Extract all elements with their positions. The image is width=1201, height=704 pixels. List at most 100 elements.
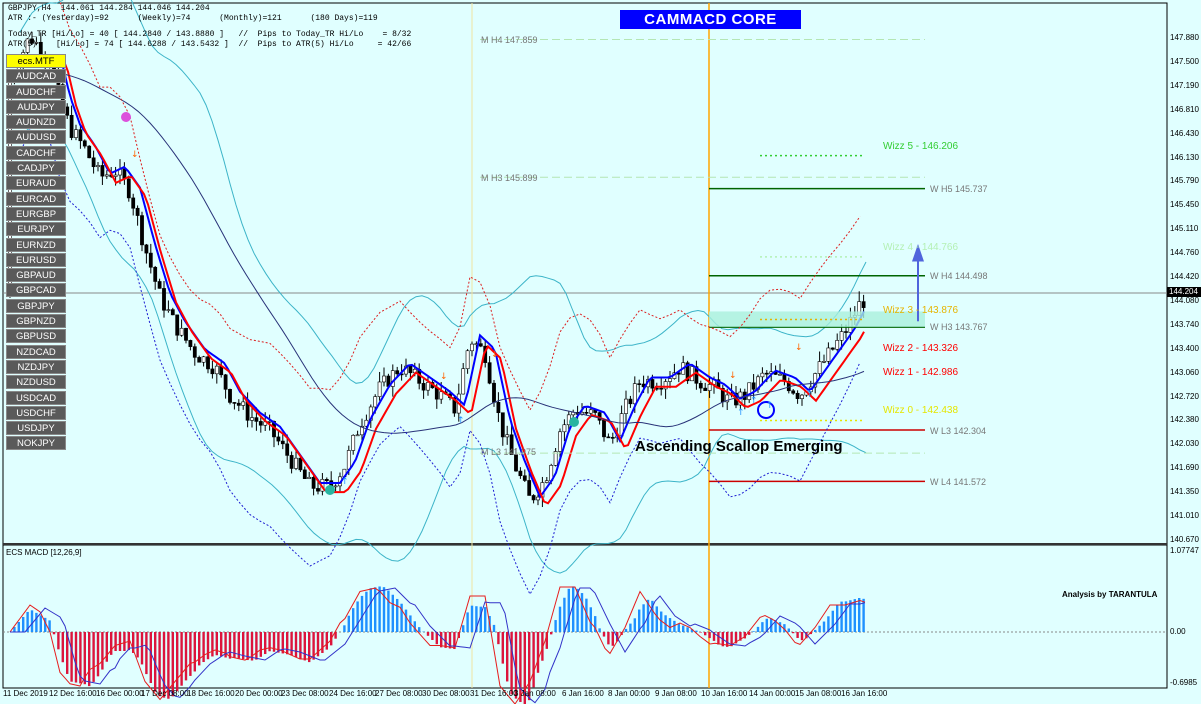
- macd-bar: [356, 601, 359, 632]
- time-tick: 30 Dec 08:00: [422, 689, 470, 698]
- symbol-button-euraud[interactable]: EURAUD: [6, 176, 66, 191]
- candle-body: [157, 281, 162, 289]
- candle-body: [426, 382, 430, 391]
- symbol-button-eurusd[interactable]: EURUSD: [6, 252, 66, 267]
- symbol-button-eurcad[interactable]: EURCAD: [6, 191, 66, 206]
- macd-bar: [572, 586, 575, 632]
- candle-body: [175, 314, 180, 336]
- symbol-button-audjpy[interactable]: AUDJPY: [6, 99, 66, 114]
- time-tick: 27 Dec 08:00: [375, 689, 423, 698]
- macd-bar: [444, 632, 447, 648]
- candle-body: [632, 383, 637, 405]
- macd-bar: [668, 618, 672, 632]
- macd-bar: [844, 601, 848, 632]
- candle-body: [144, 244, 149, 254]
- candle-body: [602, 419, 606, 438]
- price-tick: 143.740: [1170, 319, 1199, 329]
- price-tick: 141.690: [1170, 463, 1199, 473]
- price-tick: 142.720: [1170, 391, 1199, 401]
- candle-body: [659, 387, 664, 390]
- candle-body: [421, 383, 426, 391]
- candle-body: [311, 476, 316, 489]
- symbol-button-eurnzd[interactable]: EURNZD: [6, 237, 66, 252]
- candlesticks: [8, 31, 866, 508]
- macd-bar: [532, 632, 535, 688]
- candle-body: [606, 436, 611, 439]
- macd-bar: [497, 632, 500, 645]
- wizz-4-label: Wizz 4 - 144.766: [883, 242, 959, 253]
- macd-bar: [352, 608, 355, 632]
- symbol-button-eurjpy[interactable]: EURJPY: [6, 222, 66, 237]
- candle-body: [285, 443, 290, 456]
- level-label-m-h3: M H3 145.899: [481, 173, 538, 183]
- macd-bar: [162, 632, 166, 698]
- macd-bar: [136, 632, 139, 658]
- candle-body: [505, 434, 510, 438]
- macd-bar: [431, 632, 434, 640]
- symbol-button-gbpcad[interactable]: GBPCAD: [6, 283, 66, 298]
- macd-bar: [462, 625, 465, 632]
- symbol-button-usdchf[interactable]: USDCHF: [6, 405, 66, 420]
- symbol-button-nzdcad[interactable]: NZDCAD: [6, 344, 66, 359]
- wizz-5-label: Wizz 5 - 146.206: [883, 141, 959, 152]
- symbol-button-audchf[interactable]: AUDCHF: [6, 84, 66, 99]
- macd-bar: [180, 632, 183, 686]
- symbol-button-ecs-mtf[interactable]: ecs.MTF: [6, 54, 66, 68]
- candle-body: [791, 390, 796, 394]
- macd-bar: [598, 628, 601, 632]
- analysis-credit: Analysis by TARANTULA: [1062, 590, 1158, 599]
- symbol-button-nzdjpy[interactable]: NZDJPY: [6, 359, 66, 374]
- price-tick: 146.810: [1170, 104, 1199, 114]
- macd-bar: [708, 632, 711, 639]
- candle-body: [707, 384, 712, 391]
- candle-body: [817, 361, 822, 374]
- symbol-button-audnzd[interactable]: AUDNZD: [6, 115, 66, 130]
- candle-body: [668, 378, 672, 382]
- macd-bar: [655, 606, 658, 632]
- symbol-button-cadchf[interactable]: CADCHF: [6, 145, 66, 160]
- main-pane-border: [2, 2, 1168, 545]
- symbol-button-usdcad[interactable]: USDCAD: [6, 390, 66, 405]
- candle-body: [637, 383, 642, 385]
- candle-body: [844, 331, 848, 333]
- macd-bar: [752, 631, 755, 632]
- price-tick: 144.080: [1170, 295, 1199, 305]
- macd-bar: [426, 632, 430, 636]
- macd-bar: [501, 632, 504, 664]
- macd-bar: [787, 628, 790, 632]
- symbol-button-nzdusd[interactable]: NZDUSD: [6, 375, 66, 390]
- candle-body: [461, 368, 466, 395]
- macd-bar: [580, 593, 584, 632]
- price-tick: 145.450: [1170, 200, 1199, 210]
- macd-bar: [299, 632, 302, 659]
- symbol-button-eurgbp[interactable]: EURGBP: [6, 206, 66, 221]
- macd-bar: [294, 632, 298, 658]
- macd-bar: [796, 632, 799, 638]
- candle-body: [280, 440, 285, 445]
- magenta-dot: [121, 112, 131, 122]
- price-chart[interactable]: ↑ ↑ ↑ ↑ ↑ ↑ ↓ ↓ ↓ ↓ ↓: [0, 0, 1201, 704]
- sell-arrow: ↓: [491, 350, 499, 360]
- symbol-button-audcad[interactable]: AUDCAD: [6, 69, 66, 84]
- symbol-button-gbpaud[interactable]: GBPAUD: [6, 268, 66, 283]
- symbol-button-audusd[interactable]: AUDUSD: [6, 130, 66, 145]
- symbol-button-usdjpy[interactable]: USDJPY: [6, 421, 66, 436]
- symbol-button-nokjpy[interactable]: NOKJPY: [6, 436, 66, 451]
- macd-tick-bottom: -0.6985: [1170, 678, 1198, 687]
- symbol-button-cadjpy[interactable]: CADJPY: [6, 161, 66, 176]
- candle-body: [624, 398, 628, 414]
- sell-arrow: ↓: [440, 372, 448, 382]
- candle-body: [434, 387, 439, 400]
- symbol-button-gbpusd[interactable]: GBPUSD: [6, 329, 66, 344]
- macd-bar: [290, 632, 293, 656]
- candle-body: [408, 365, 413, 374]
- macd-bar: [413, 621, 416, 632]
- candle-body: [214, 365, 219, 375]
- macd-bar: [255, 632, 258, 660]
- macd-bar: [387, 590, 390, 632]
- candle-body: [192, 346, 197, 358]
- symbol-button-gbpnzd[interactable]: GBPNZD: [6, 314, 66, 329]
- symbol-button-gbpjpy[interactable]: GBPJPY: [6, 298, 66, 313]
- candle-body: [302, 469, 307, 479]
- macd-bar: [492, 624, 496, 632]
